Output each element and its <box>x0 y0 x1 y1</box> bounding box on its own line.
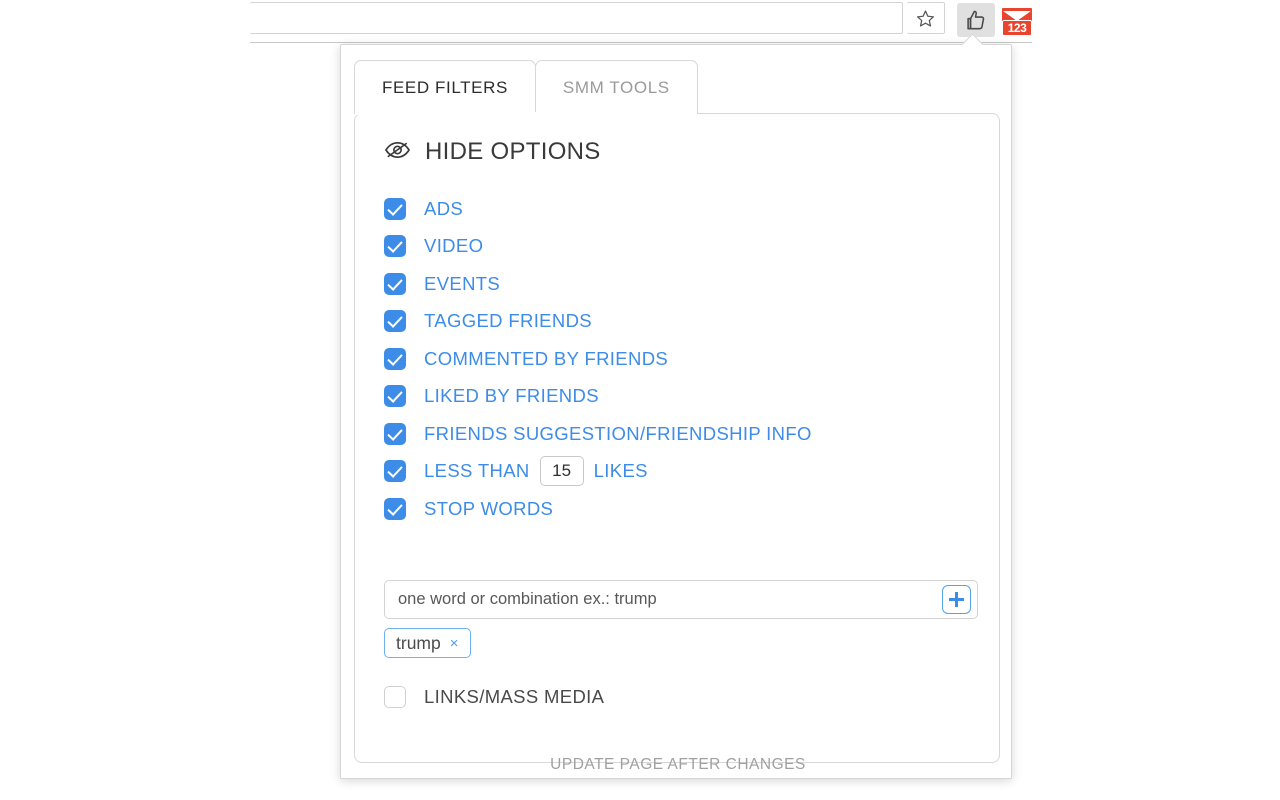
tab-bar: FEED FILTERS SMM TOOLS <box>354 60 698 114</box>
popup-arrow <box>962 34 984 45</box>
star-bookmark-icon <box>916 9 935 28</box>
likes-threshold-input[interactable]: 15 <box>540 456 584 486</box>
option-label-stop-words: STOP WORDS <box>424 498 553 520</box>
tab-smm-tools[interactable]: SMM TOOLS <box>535 60 698 114</box>
checkbox-friends-suggestion[interactable] <box>384 423 406 445</box>
mail-toolbar-button[interactable]: 123 <box>1002 6 1032 36</box>
option-label-video: VIDEO <box>424 235 483 257</box>
checkbox-commented-by-friends[interactable] <box>384 348 406 370</box>
option-label-friends-suggestion: FRIENDS SUGGESTION/FRIENDSHIP INFO <box>424 423 812 445</box>
mail-unread-badge: 123 <box>1002 20 1032 36</box>
option-label-ads: ADS <box>424 198 463 220</box>
checkbox-events[interactable] <box>384 273 406 295</box>
hide-options-title: HIDE OPTIONS <box>425 138 601 166</box>
address-bar[interactable] <box>250 2 903 34</box>
browser-toolbar: 123 <box>250 0 1032 43</box>
hide-options-list: ADS VIDEO EVENTS TAGGED FRIENDS COMMENTE <box>384 190 974 528</box>
option-label-events: EVENTS <box>424 273 500 295</box>
option-row-events[interactable]: EVENTS <box>384 265 974 303</box>
option-row-ads[interactable]: ADS <box>384 190 974 228</box>
checkbox-tagged-friends[interactable] <box>384 310 406 332</box>
option-label-less-than: LESS THAN <box>424 460 530 482</box>
option-row-commented-by-friends[interactable]: COMMENTED BY FRIENDS <box>384 340 974 378</box>
eye-slash-hide-icon <box>384 139 411 166</box>
option-row-liked-by-friends[interactable]: LIKED BY FRIENDS <box>384 378 974 416</box>
checkbox-less-than-likes[interactable] <box>384 460 406 482</box>
extension-toolbar-button[interactable] <box>957 3 995 37</box>
checkbox-links-mass-media[interactable] <box>384 686 406 708</box>
option-label-likes: LIKES <box>594 460 648 482</box>
checkbox-stop-words[interactable] <box>384 498 406 520</box>
thumbs-up-icon <box>965 9 987 31</box>
screen: 123 FEED FILTERS SMM TOOLS <box>0 0 1280 800</box>
stop-word-input[interactable] <box>396 581 916 618</box>
update-page-note: UPDATE PAGE AFTER CHANGES <box>355 756 1001 774</box>
stop-word-tag-list: trump × <box>384 628 471 658</box>
stop-word-tag[interactable]: trump × <box>384 628 471 658</box>
filters-card: HIDE OPTIONS ADS VIDEO EVENTS TAGG <box>354 113 1000 763</box>
stop-word-input-wrapper <box>384 580 978 619</box>
bookmark-star-button[interactable] <box>907 2 945 34</box>
option-label-liked-by-friends: LIKED BY FRIENDS <box>424 385 599 407</box>
add-stop-word-button[interactable] <box>942 585 971 614</box>
option-row-less-than-likes[interactable]: LESS THAN 15 LIKES <box>384 453 974 491</box>
option-row-stop-words[interactable]: STOP WORDS <box>384 490 974 528</box>
option-row-links-mass-media[interactable]: LINKS/MASS MEDIA <box>384 686 604 708</box>
tab-feed-filters-label: FEED FILTERS <box>382 78 508 98</box>
tab-feed-filters[interactable]: FEED FILTERS <box>354 60 536 114</box>
option-row-friends-suggestion[interactable]: FRIENDS SUGGESTION/FRIENDSHIP INFO <box>384 415 974 453</box>
stop-word-tag-label: trump <box>396 633 441 654</box>
extension-popup: FEED FILTERS SMM TOOLS HIDE OPTIONS <box>340 44 1012 779</box>
option-label-tagged-friends: TAGGED FRIENDS <box>424 310 592 332</box>
checkbox-liked-by-friends[interactable] <box>384 385 406 407</box>
option-row-tagged-friends[interactable]: TAGGED FRIENDS <box>384 303 974 341</box>
option-row-video[interactable]: VIDEO <box>384 228 974 266</box>
tab-card-seam <box>355 112 558 115</box>
option-label-links-mass-media: LINKS/MASS MEDIA <box>424 686 604 708</box>
tab-smm-tools-label: SMM TOOLS <box>563 78 670 98</box>
hide-options-header: HIDE OPTIONS <box>384 138 601 166</box>
remove-tag-icon[interactable]: × <box>450 636 459 651</box>
checkbox-video[interactable] <box>384 235 406 257</box>
checkbox-ads[interactable] <box>384 198 406 220</box>
option-label-commented-by-friends: COMMENTED BY FRIENDS <box>424 348 668 370</box>
